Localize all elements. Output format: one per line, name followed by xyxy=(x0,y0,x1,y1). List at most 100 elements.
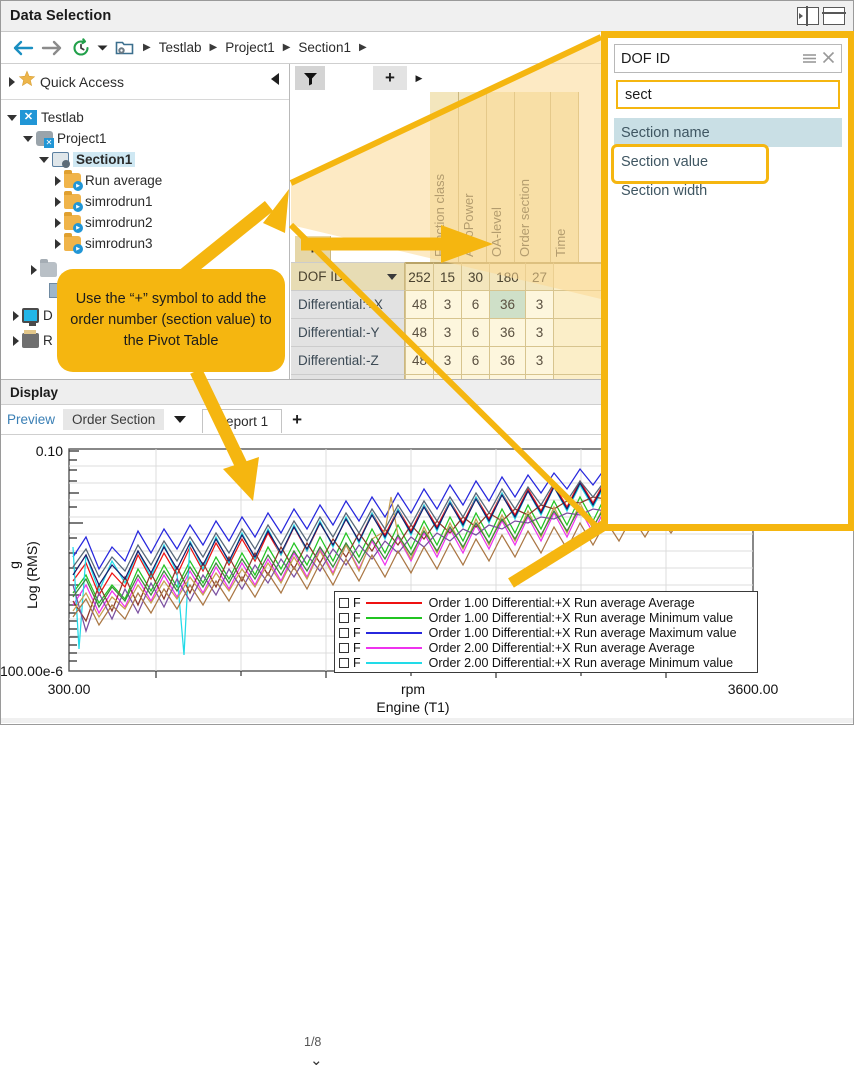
add-tab-button[interactable]: + xyxy=(282,410,312,430)
breadcrumb-project1[interactable]: Project1 xyxy=(222,40,278,55)
history-dropdown-icon[interactable] xyxy=(96,35,109,61)
pivot-cell: 27 xyxy=(525,262,553,290)
legend-checkbox[interactable] xyxy=(339,598,349,608)
x-axis-label: Engine (T1) xyxy=(376,699,449,715)
legend-checkbox[interactable] xyxy=(339,643,349,653)
search-input[interactable]: sect xyxy=(625,87,652,103)
field-picker-popup: DOF ID sect Section name Section value xyxy=(601,31,854,531)
tab-order-section[interactable]: Order Section xyxy=(63,409,164,430)
pivot-column-order-section[interactable]: Order section xyxy=(515,92,551,262)
chevron-down-icon[interactable] xyxy=(387,274,397,280)
legend-checkbox[interactable] xyxy=(339,613,349,623)
collapse-left-icon[interactable] xyxy=(271,73,279,85)
history-clock-icon[interactable] xyxy=(67,35,94,61)
legend-item[interactable]: F Order 1.00 Differential:+X Run average… xyxy=(339,595,753,610)
expand-arrow-icon[interactable] xyxy=(23,136,33,142)
tree-item-project1[interactable]: Project1 xyxy=(1,128,289,149)
popup-title: DOF ID xyxy=(621,51,670,67)
legend-item[interactable]: F Order 1.00 Differential:+X Run average… xyxy=(339,610,753,625)
expand-arrow-icon[interactable] xyxy=(39,157,49,163)
breadcrumb-section1[interactable]: Section1 xyxy=(295,40,354,55)
single-panel-icon[interactable] xyxy=(823,7,845,25)
close-icon[interactable] xyxy=(822,51,835,67)
folder-run-icon xyxy=(64,173,81,188)
tree-item-label: simrodrun2 xyxy=(85,215,153,230)
split-panel-icon[interactable] xyxy=(797,7,819,25)
expand-arrow-icon[interactable] xyxy=(31,265,37,275)
legend-color-swatch xyxy=(366,632,422,634)
legend-item[interactable]: F Order 2.00 Differential:+X Run average… xyxy=(339,655,753,670)
pivot-add-field-button[interactable]: + xyxy=(373,66,407,90)
legend-item[interactable]: F Order 2.00 Differential:+X Run average… xyxy=(339,640,753,655)
pivot-cell: 6 xyxy=(461,318,489,346)
pivot-row-header-dof-id[interactable]: DOF ID xyxy=(291,262,405,290)
filter-funnel-icon[interactable] xyxy=(295,66,325,90)
popup-option-section-value[interactable]: Section value xyxy=(614,147,842,176)
pivot-cell-highlighted[interactable]: 36 xyxy=(489,290,525,318)
popup-header-icons xyxy=(802,51,835,67)
tree-item-label: R xyxy=(43,333,53,348)
expand-arrow-icon[interactable] xyxy=(55,176,61,186)
tree-item-simrodrun3[interactable]: simrodrun3 xyxy=(1,233,289,254)
y-axis-label: Log (RMS) xyxy=(24,541,40,609)
monitor-icon xyxy=(22,308,39,323)
window-titlebar: Data Selection xyxy=(1,1,853,32)
tree-item-label: Testlab xyxy=(41,110,84,125)
pivot-cell: 6 xyxy=(461,346,489,374)
tab-preview[interactable]: Preview xyxy=(1,412,63,427)
folder-run-icon xyxy=(64,215,81,230)
pivot-column-function-class[interactable]: Function class xyxy=(430,92,459,262)
hamburger-icon[interactable] xyxy=(802,51,817,67)
pivot-column-time[interactable]: Time xyxy=(551,92,579,262)
expand-arrow-icon[interactable] xyxy=(55,197,61,207)
expand-arrow-icon[interactable] xyxy=(55,239,61,249)
expand-arrow-icon[interactable] xyxy=(55,218,61,228)
pivot-column-headers: Function class AutoPower OA-level Order … xyxy=(430,92,579,262)
expand-arrow-icon[interactable] xyxy=(13,336,19,346)
tab-report-1[interactable]: Report 1 xyxy=(202,409,282,433)
tree-item-simrodrun1[interactable]: simrodrun1 xyxy=(1,191,289,212)
pivot-cell: 36 xyxy=(489,318,525,346)
expand-arrow-icon[interactable] xyxy=(13,311,19,321)
chevron-down-icon[interactable]: ⌄ xyxy=(310,1051,323,1069)
legend-checkbox[interactable] xyxy=(339,628,349,638)
expand-arrow-icon[interactable] xyxy=(9,77,15,87)
legend-label: Order 1.00 Differential:+X Run average M… xyxy=(429,611,733,625)
tree-item-section1[interactable]: Section1 xyxy=(1,149,289,170)
breadcrumb-sep: ▶ xyxy=(356,42,370,53)
app-window: Data Selection xyxy=(0,0,854,725)
pivot-add-row-button[interactable]: + xyxy=(295,236,331,262)
callout-text: Use the “+” symbol to add the order numb… xyxy=(57,289,285,352)
sidebar-item-quick-access[interactable]: Quick Access xyxy=(1,64,289,100)
pivot-column-oa-level[interactable]: OA-level xyxy=(487,92,515,262)
chevron-down-icon[interactable] xyxy=(174,416,186,423)
legend-prefix: F xyxy=(353,611,361,625)
pivot-column-autopower[interactable]: AutoPower xyxy=(459,92,487,262)
breadcrumb-testlab[interactable]: Testlab xyxy=(156,40,205,55)
pivot-cell: 3 xyxy=(525,346,553,374)
back-arrow-icon[interactable] xyxy=(9,35,36,61)
x-axis-min-label: 300.00 xyxy=(48,681,91,697)
tree-item-testlab[interactable]: Testlab xyxy=(1,107,289,128)
pivot-row-label: Differential:-Y xyxy=(291,318,405,346)
window-panel-buttons xyxy=(797,7,853,25)
tree-item-simrodrun2[interactable]: simrodrun2 xyxy=(1,212,289,233)
chevron-right-icon[interactable]: ▶ xyxy=(409,66,429,90)
expand-arrow-icon[interactable] xyxy=(7,115,17,121)
tree-item-run-average[interactable]: Run average xyxy=(1,170,289,191)
y-axis-min-label: 100.00e-6 xyxy=(1,663,63,679)
pivot-cell: 252 xyxy=(405,262,433,290)
pivot-blank-corner xyxy=(291,64,430,262)
tree-item-label: D xyxy=(43,308,53,323)
instruction-callout: Use the “+” symbol to add the order numb… xyxy=(57,269,285,372)
folder-settings-icon[interactable] xyxy=(111,35,138,61)
popup-search-field[interactable]: sect xyxy=(616,80,840,109)
pivot-cell: 36 xyxy=(489,346,525,374)
forward-arrow-icon[interactable] xyxy=(38,35,65,61)
project-icon xyxy=(36,131,53,146)
legend-item[interactable]: F Order 1.00 Differential:+X Run average… xyxy=(339,625,753,640)
legend-prefix: F xyxy=(353,626,361,640)
quick-access-label: Quick Access xyxy=(40,74,124,90)
popup-option-section-name[interactable]: Section name xyxy=(614,118,842,147)
legend-checkbox[interactable] xyxy=(339,658,349,668)
